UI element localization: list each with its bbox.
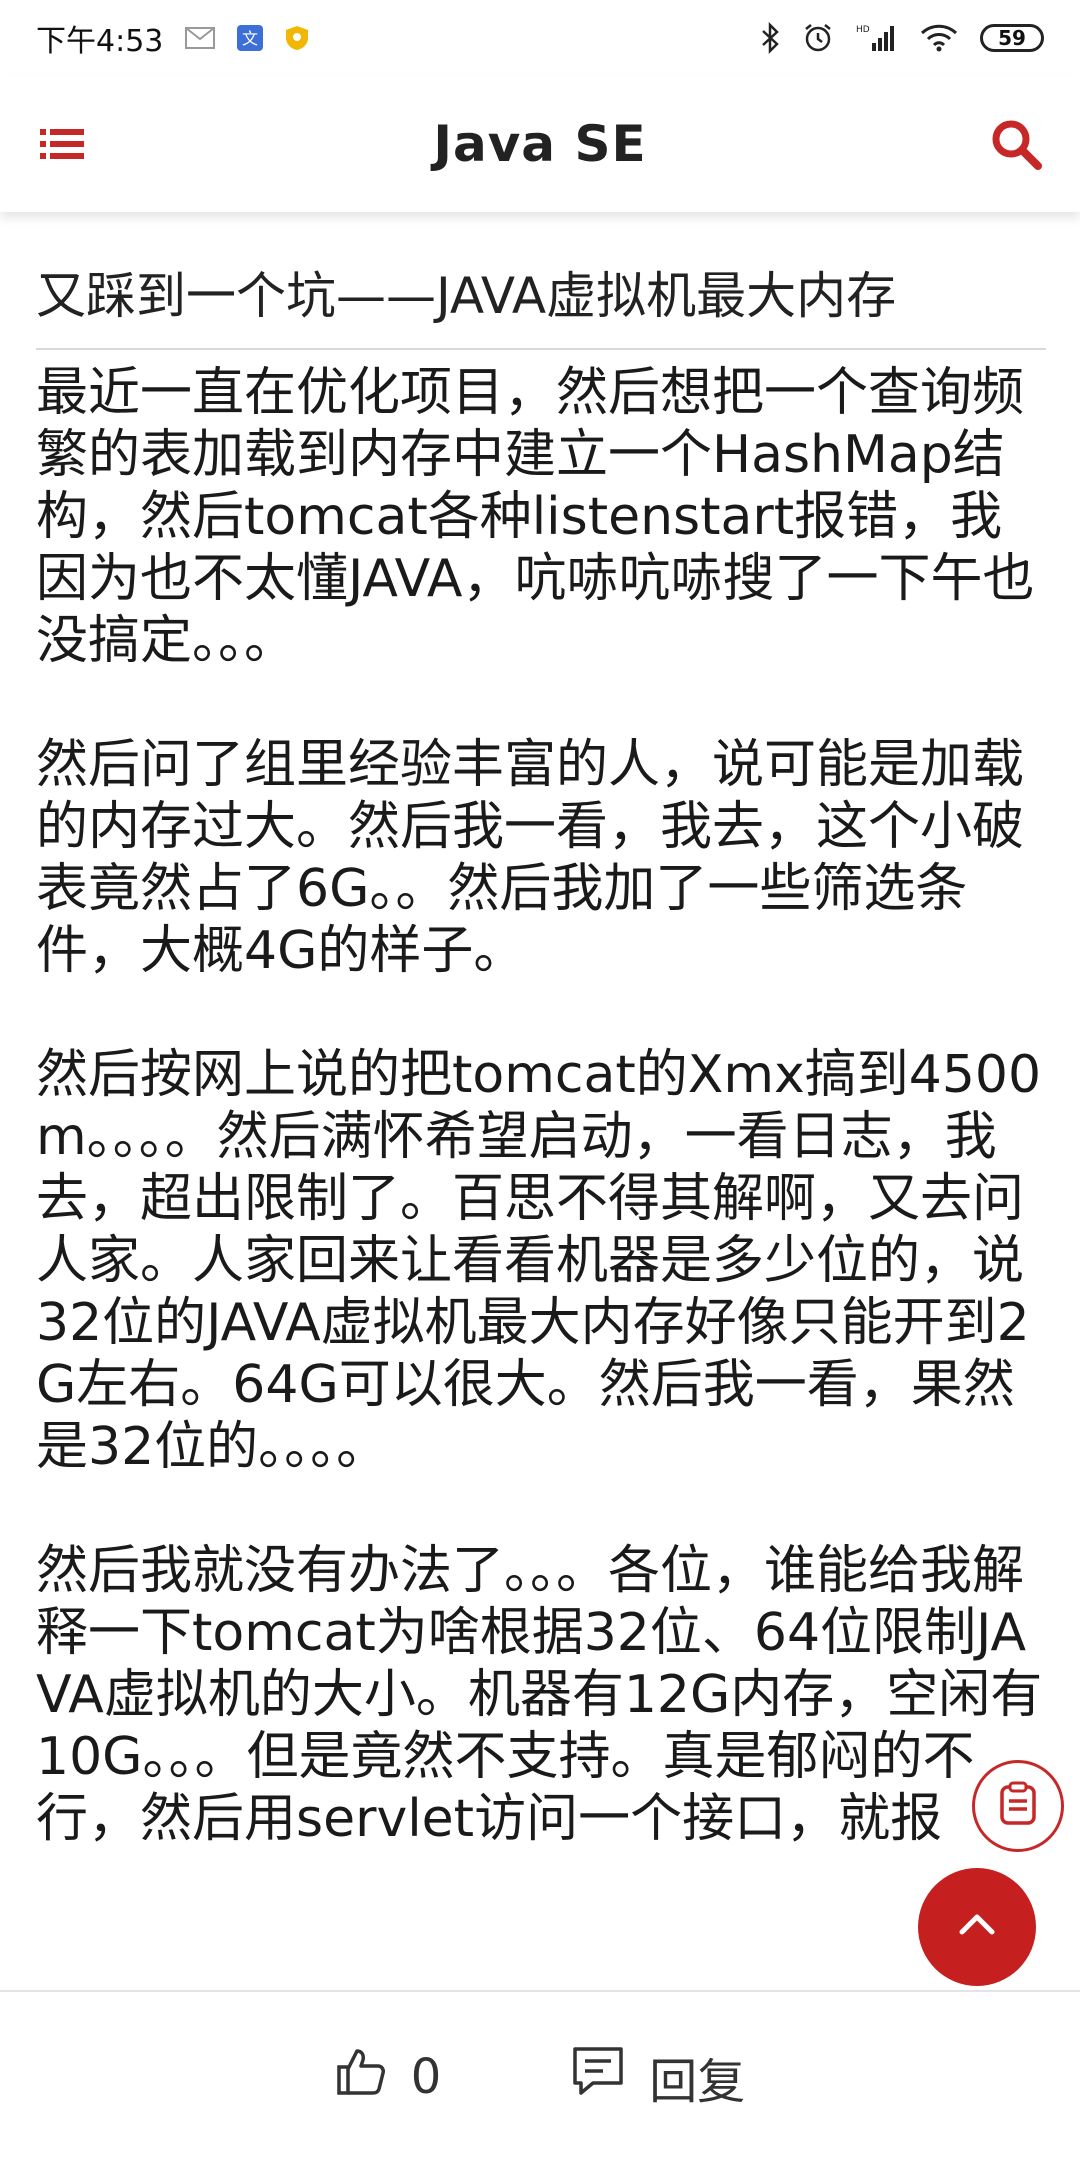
- like-count: 0: [410, 2049, 442, 2105]
- bottom-action-bar: 0 回复: [0, 1990, 1080, 2162]
- thumbs-up-icon: [335, 2045, 387, 2109]
- like-button[interactable]: 0: [335, 2045, 442, 2109]
- comment-icon: [571, 2045, 625, 2109]
- reply-button[interactable]: 回复: [571, 2042, 745, 2112]
- battery-indicator: 59: [980, 24, 1044, 52]
- alarm-icon: [802, 22, 834, 54]
- signal-icon: HD: [856, 23, 898, 53]
- translate-icon: 文: [237, 25, 264, 51]
- shield-icon: [285, 25, 309, 51]
- scroll-to-top-button[interactable]: [918, 1868, 1036, 1986]
- reply-label: 回复: [649, 2054, 746, 2110]
- post-title: 又踩到一个坑——JAVA虚拟机最大内存: [36, 266, 1046, 350]
- chevron-up-icon: [952, 1900, 1002, 1954]
- reply-list-button[interactable]: [972, 1760, 1064, 1852]
- menu-list-icon[interactable]: [34, 116, 90, 172]
- svg-text:文: 文: [242, 29, 258, 48]
- mail-icon: [185, 26, 216, 50]
- post-body: 最近一直在优化项目，然后想把一个查询频繁的表加载到内存中建立一个HashMap结…: [36, 363, 1043, 1849]
- status-time: 下午4:53: [36, 24, 164, 59]
- clipboard-icon: [993, 1779, 1043, 1833]
- bluetooth-icon: [760, 22, 780, 54]
- page-title: Java SE: [433, 115, 647, 173]
- search-icon[interactable]: [986, 114, 1046, 174]
- svg-text:HD: HD: [856, 25, 870, 35]
- wifi-icon: [920, 24, 958, 52]
- post-content: 又踩到一个坑——JAVA虚拟机最大内存 最近一直在优化项目，然后想把一个查询频繁…: [36, 212, 1046, 1990]
- status-bar: 下午4:53 文 HD 59: [0, 0, 1080, 76]
- app-bar: Java SE: [0, 76, 1080, 212]
